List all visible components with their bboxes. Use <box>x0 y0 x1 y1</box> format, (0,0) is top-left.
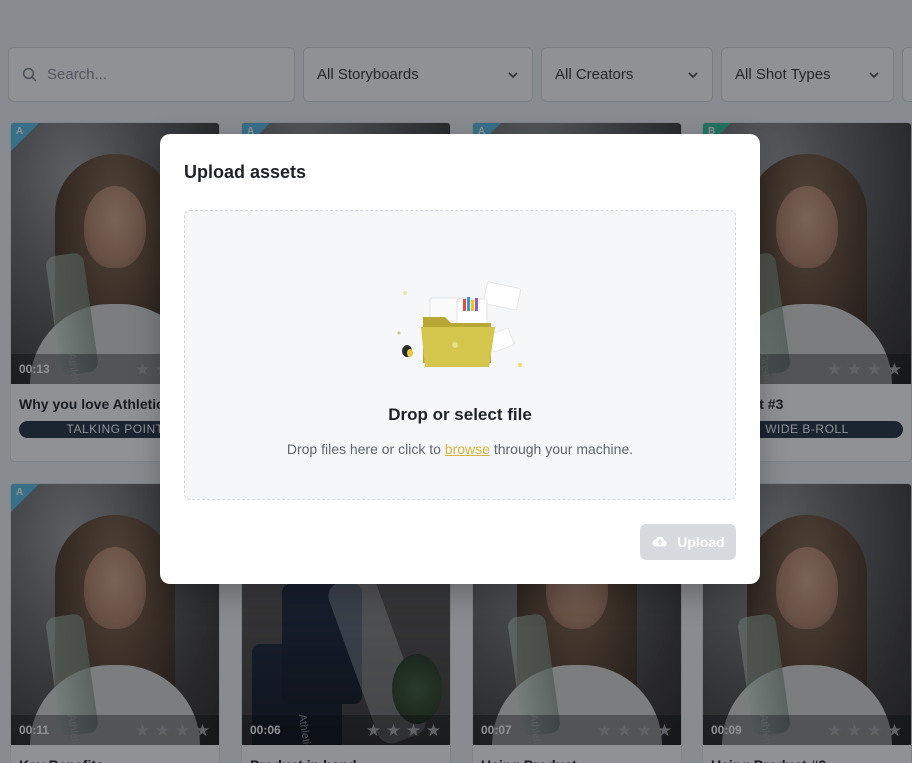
dropzone-subtitle-before: Drop files here or click to <box>286 441 445 457</box>
dropzone-subtitle: Drop files here or click to browse throu… <box>185 441 735 457</box>
modal-title: Upload assets <box>184 162 307 182</box>
upload-button[interactable]: Upload <box>640 524 736 560</box>
folder-upload-illustration-icon <box>397 281 522 367</box>
upload-modal: Upload assets Drop or select file Drop f… <box>160 134 760 584</box>
cloud-upload-icon <box>652 536 668 547</box>
dropzone-title: Drop or select file <box>388 405 532 424</box>
dropzone-subtitle-after: through your machine. <box>489 441 634 457</box>
dropzone[interactable]: Drop or select file Drop files here or c… <box>184 210 736 500</box>
upload-button-label: Upload <box>677 534 725 550</box>
browse-link[interactable]: browse <box>445 441 490 457</box>
